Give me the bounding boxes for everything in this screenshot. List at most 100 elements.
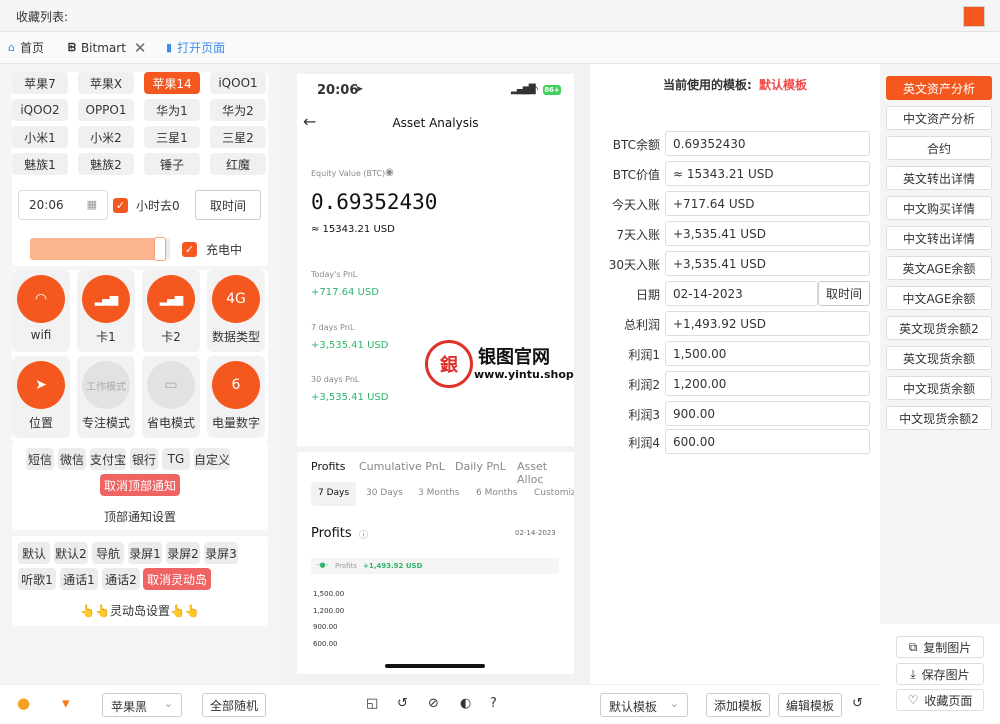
control-5[interactable]: ➤ 位置: [12, 356, 70, 438]
random-all-button[interactable]: 全部随机: [202, 693, 266, 717]
template-type-button[interactable]: 中文购买详情: [886, 196, 992, 220]
phone-tab[interactable]: Profits: [311, 460, 345, 473]
help-icon[interactable]: ?: [490, 696, 497, 711]
template-type-button[interactable]: 中文资产分析: [886, 106, 992, 130]
location-icon[interactable]: ➤: [17, 361, 65, 409]
form-input[interactable]: 1,200.00: [665, 371, 870, 396]
color-swatch[interactable]: [963, 6, 985, 27]
add-template-button[interactable]: 添加模板: [706, 693, 770, 717]
island-chip[interactable]: 导航: [92, 542, 124, 564]
form-input[interactable]: 02-14-2023: [665, 281, 818, 306]
form-input[interactable]: 0.69352430: [665, 131, 870, 156]
notify-chip[interactable]: TG: [162, 448, 190, 470]
theme-select[interactable]: 苹果黑 ⌄: [102, 693, 182, 717]
phone-tab[interactable]: Cumulative PnL: [359, 460, 445, 473]
template-type-button[interactable]: 中文转出详情: [886, 226, 992, 250]
template-type-button[interactable]: 英文现货余额: [886, 346, 992, 370]
notify-chip[interactable]: 微信: [58, 448, 86, 470]
tab-home[interactable]: ⌂ 首页: [8, 32, 44, 63]
template-type-button[interactable]: 英文资产分析: [886, 76, 992, 100]
time-input[interactable]: 20:06 ▦: [18, 190, 108, 220]
charging-checkbox[interactable]: ✓: [182, 242, 197, 257]
phone-model-button[interactable]: 华为1: [144, 99, 200, 121]
island-chip[interactable]: 听歌1: [18, 568, 56, 590]
notify-chip[interactable]: 自定义: [194, 448, 230, 470]
refresh-icon[interactable]: ↺: [852, 696, 863, 711]
tab-open-page[interactable]: ▮ 打开页面: [166, 32, 225, 63]
contrast-icon[interactable]: ◐: [460, 696, 471, 711]
form-input[interactable]: 900.00: [665, 401, 870, 426]
rotate-icon[interactable]: ↺: [397, 696, 408, 711]
template-type-button[interactable]: 英文AGE余额: [886, 256, 992, 280]
form-input[interactable]: +3,535.41 USD: [665, 221, 870, 246]
battery-slider[interactable]: [30, 237, 170, 261]
template-type-button[interactable]: 中文AGE余额: [886, 286, 992, 310]
form-input[interactable]: 600.00: [665, 429, 870, 454]
copy-image-button[interactable]: ⧉ 复制图片: [896, 636, 984, 658]
tab-bitmart[interactable]: ᗸ Bitmart ✕: [68, 32, 146, 63]
phone-model-button[interactable]: 苹果X: [78, 72, 134, 94]
eye-icon[interactable]: ◉: [385, 167, 394, 178]
battery-icon[interactable]: ▭: [147, 361, 195, 409]
form-input[interactable]: 1,500.00: [665, 341, 870, 366]
phone-model-button[interactable]: iQOO2: [12, 99, 68, 121]
form-input[interactable]: +1,493.92 USD: [665, 311, 870, 336]
island-chip[interactable]: 默认2: [54, 542, 88, 564]
phone-model-button[interactable]: 三星2: [210, 126, 266, 148]
control-icon[interactable]: 4G: [212, 275, 260, 323]
drink-icon[interactable]: ▾: [62, 694, 70, 712]
edit-template-button[interactable]: 编辑模板: [778, 693, 842, 717]
range-button[interactable]: 30 Days: [359, 482, 410, 506]
range-button[interactable]: 7 Days: [311, 482, 357, 506]
cancel-island-button[interactable]: 取消灵动岛: [143, 568, 211, 590]
control-6[interactable]: 工作模式 专注模式: [77, 356, 135, 438]
form-input[interactable]: ≈ 15343.21 USD: [665, 161, 870, 186]
phone-model-button[interactable]: 红魔: [210, 153, 266, 175]
island-chip[interactable]: 录屏1: [128, 542, 162, 564]
template-select[interactable]: 默认模板 ⌄: [600, 693, 688, 717]
signal-icon[interactable]: ▂▄▆: [82, 275, 130, 323]
phone-model-button[interactable]: 锤子: [144, 153, 200, 175]
cancel-top-notify-button[interactable]: 取消顶部通知: [100, 474, 180, 496]
phone-model-button[interactable]: 魅族1: [12, 153, 68, 175]
control-icon[interactable]: 6: [212, 361, 260, 409]
notify-chip[interactable]: 短信: [26, 448, 54, 470]
template-type-button[interactable]: 英文转出详情: [886, 166, 992, 190]
island-chip[interactable]: 录屏3: [204, 542, 238, 564]
phone-model-button[interactable]: OPPO1: [78, 99, 134, 121]
island-chip[interactable]: 默认: [18, 542, 50, 564]
hour-zero-checkbox[interactable]: ✓: [113, 198, 128, 213]
pip-icon[interactable]: ◱: [366, 696, 378, 711]
close-icon[interactable]: ✕: [134, 39, 147, 57]
save-image-button[interactable]: ⤓ 保存图片: [896, 663, 984, 685]
island-chip[interactable]: 通话2: [102, 568, 140, 590]
burger-icon[interactable]: ●: [17, 694, 30, 712]
phone-model-button[interactable]: 苹果14: [144, 72, 200, 94]
phone-model-button[interactable]: 小米2: [78, 126, 134, 148]
favorite-page-button[interactable]: ♡ 收藏页面: [896, 689, 984, 711]
template-type-button[interactable]: 中文现货余额: [886, 376, 992, 400]
phone-tab[interactable]: Daily PnL: [455, 460, 506, 473]
template-type-button[interactable]: 英文现货余额2: [886, 316, 992, 340]
range-button[interactable]: 6 Months: [469, 482, 524, 506]
signal-icon[interactable]: ▂▄▆: [147, 275, 195, 323]
control-4[interactable]: 4G 数据类型: [207, 270, 265, 352]
form-input[interactable]: +717.64 USD: [665, 191, 870, 216]
info-icon[interactable]: ⓘ: [359, 528, 368, 541]
form-input[interactable]: +3,535.41 USD: [665, 251, 870, 276]
range-button[interactable]: Customiz: [527, 482, 574, 506]
notify-chip[interactable]: 银行: [130, 448, 158, 470]
phone-model-button[interactable]: 苹果7: [12, 72, 68, 94]
phone-model-button[interactable]: 小米1: [12, 126, 68, 148]
template-type-button[interactable]: 中文现货余额2: [886, 406, 992, 430]
get-time-button[interactable]: 取时间: [195, 190, 261, 220]
wifi-icon[interactable]: ◠: [17, 275, 65, 323]
template-type-button[interactable]: 合约: [886, 136, 992, 160]
get-date-button[interactable]: 取时间: [818, 281, 870, 306]
battery-slider-handle[interactable]: [153, 237, 166, 261]
notify-chip[interactable]: 支付宝: [90, 448, 126, 470]
control-2[interactable]: ▂▄▆ 卡1: [77, 270, 135, 352]
phone-model-button[interactable]: 魅族2: [78, 153, 134, 175]
eye-off-icon[interactable]: ⊘: [428, 696, 439, 711]
control-7[interactable]: ▭ 省电模式: [142, 356, 200, 438]
